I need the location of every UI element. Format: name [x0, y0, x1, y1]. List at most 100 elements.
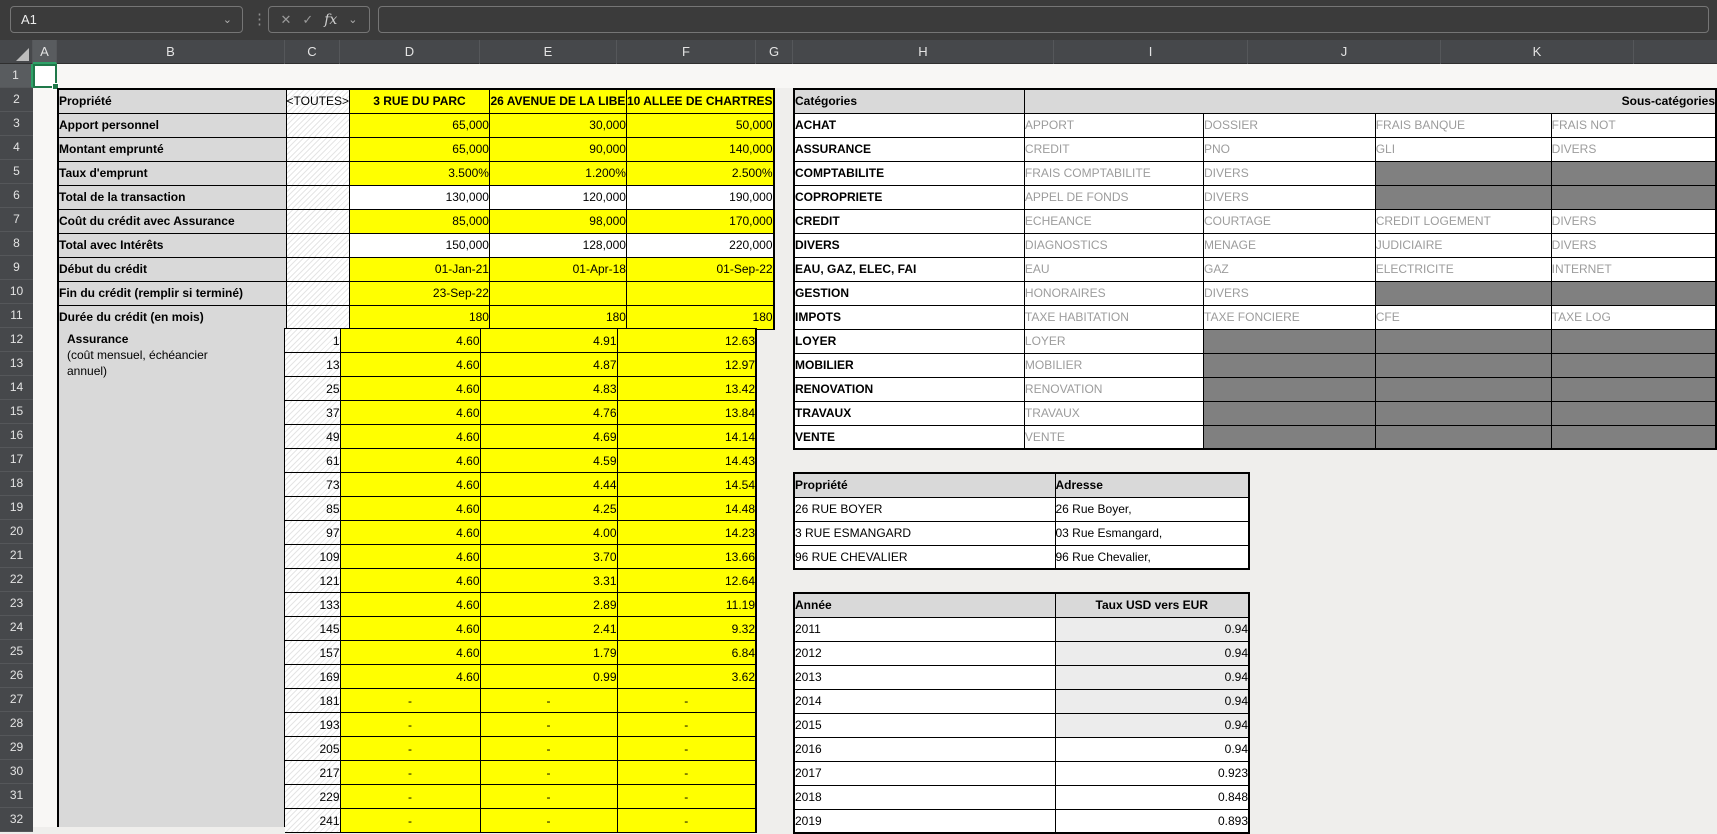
cancel-icon[interactable]: ✕ — [280, 12, 291, 28]
month-index-cell[interactable]: 169 — [285, 665, 340, 689]
subcategory-cell[interactable]: PNO — [1204, 137, 1376, 161]
assurance-value-cell[interactable]: 4.91 — [480, 329, 617, 353]
assurance-value-cell[interactable]: 14.48 — [617, 497, 756, 521]
hatched-cell[interactable] — [286, 113, 349, 137]
row-label[interactable]: Coût du crédit avec Assurance — [58, 209, 286, 233]
assurance-value-cell[interactable]: 4.60 — [340, 425, 480, 449]
assurance-value-cell[interactable]: - — [617, 785, 756, 809]
row-label[interactable]: Taux d'emprunt — [58, 161, 286, 185]
subcategory-cell[interactable] — [1204, 353, 1376, 377]
filter-toutes-cell[interactable]: <TOUTES> — [286, 89, 349, 113]
assurance-value-cell[interactable]: 1.79 — [480, 641, 617, 665]
hatched-cell[interactable] — [286, 209, 349, 233]
row-header[interactable]: 8 — [0, 232, 33, 256]
assurance-value-cell[interactable]: 2.41 — [480, 617, 617, 641]
row-header[interactable]: 2 — [0, 88, 33, 112]
subcategory-cell[interactable]: CFE — [1375, 305, 1551, 329]
year-cell[interactable]: 2015 — [794, 713, 1055, 737]
assurance-value-cell[interactable]: 12.64 — [617, 569, 756, 593]
rates-header-year[interactable]: Année — [794, 593, 1055, 617]
subcategories-header[interactable]: Sous-catégories — [1024, 89, 1716, 113]
category-cell[interactable]: DIVERS — [794, 233, 1024, 257]
assurance-value-cell[interactable]: 14.23 — [617, 521, 756, 545]
value-cell[interactable]: 180 — [489, 305, 626, 329]
subcategory-cell[interactable] — [1204, 329, 1376, 353]
month-index-cell[interactable]: 121 — [285, 569, 340, 593]
assurance-value-cell[interactable]: 0.99 — [480, 665, 617, 689]
assurance-value-cell[interactable]: 4.60 — [340, 377, 480, 401]
hatched-cell[interactable] — [286, 281, 349, 305]
subcategory-cell[interactable]: APPEL DE FONDS — [1024, 185, 1203, 209]
addresses-header-property[interactable]: Propriété — [794, 473, 1055, 497]
assurance-value-cell[interactable]: 4.60 — [340, 473, 480, 497]
subcategory-cell[interactable] — [1551, 185, 1716, 209]
row-header[interactable]: 23 — [0, 592, 33, 616]
month-index-cell[interactable]: 49 — [285, 425, 340, 449]
assurance-value-cell[interactable]: 14.43 — [617, 449, 756, 473]
subcategory-cell[interactable]: ECHEANCE — [1024, 209, 1203, 233]
value-cell[interactable]: 1.200% — [489, 161, 626, 185]
assurance-value-cell[interactable]: - — [480, 737, 617, 761]
category-cell[interactable]: MOBILIER — [794, 353, 1024, 377]
rate-cell[interactable]: 0.94 — [1055, 689, 1249, 713]
value-cell[interactable] — [626, 281, 773, 305]
subcategory-cell[interactable]: APPORT — [1024, 113, 1203, 137]
assurance-value-cell[interactable]: - — [617, 809, 756, 833]
property-header-label[interactable]: Propriété — [58, 89, 286, 113]
subcategory-cell[interactable]: FRAIS BANQUE — [1375, 113, 1551, 137]
assurance-label-cell[interactable]: Assurance (coût mensuel, échéancier annu… — [57, 328, 285, 827]
property-name-cell[interactable]: 3 RUE ESMANGARD — [794, 521, 1055, 545]
hatched-cell[interactable] — [286, 257, 349, 281]
selected-cell-a1[interactable] — [33, 64, 57, 88]
row-header[interactable]: 17 — [0, 448, 33, 472]
assurance-value-cell[interactable]: 4.60 — [340, 521, 480, 545]
month-index-cell[interactable]: 217 — [285, 761, 340, 785]
hatched-cell[interactable] — [286, 305, 349, 329]
assurance-value-cell[interactable]: - — [340, 785, 480, 809]
assurance-value-cell[interactable]: 4.44 — [480, 473, 617, 497]
subcategory-cell[interactable] — [1375, 353, 1551, 377]
category-cell[interactable]: RENOVATION — [794, 377, 1024, 401]
subcategory-cell[interactable]: INTERNET — [1551, 257, 1716, 281]
month-index-cell[interactable]: 85 — [285, 497, 340, 521]
month-index-cell[interactable]: 157 — [285, 641, 340, 665]
assurance-value-cell[interactable]: - — [617, 713, 756, 737]
month-index-cell[interactable]: 133 — [285, 593, 340, 617]
subcategory-cell[interactable] — [1551, 401, 1716, 425]
subcategory-cell[interactable] — [1204, 401, 1376, 425]
subcategory-cell[interactable]: LOYER — [1024, 329, 1203, 353]
category-cell[interactable]: CREDIT — [794, 209, 1024, 233]
assurance-value-cell[interactable]: 13.84 — [617, 401, 756, 425]
category-cell[interactable]: LOYER — [794, 329, 1024, 353]
assurance-value-cell[interactable]: 4.83 — [480, 377, 617, 401]
assurance-value-cell[interactable]: 9.32 — [617, 617, 756, 641]
subcategory-cell[interactable] — [1551, 353, 1716, 377]
row-header[interactable]: 13 — [0, 352, 33, 376]
rate-cell[interactable]: 0.94 — [1055, 737, 1249, 761]
assurance-value-cell[interactable]: - — [480, 785, 617, 809]
assurance-value-cell[interactable]: 13.42 — [617, 377, 756, 401]
row-header[interactable]: 29 — [0, 736, 33, 760]
row-header[interactable]: 16 — [0, 424, 33, 448]
value-cell[interactable]: 220,000 — [626, 233, 773, 257]
month-index-cell[interactable]: 25 — [285, 377, 340, 401]
value-cell[interactable]: 01-Sep-22 — [626, 257, 773, 281]
subcategory-cell[interactable] — [1551, 425, 1716, 449]
category-cell[interactable]: VENTE — [794, 425, 1024, 449]
subcategory-cell[interactable]: DOSSIER — [1204, 113, 1376, 137]
value-cell[interactable]: 90,000 — [489, 137, 626, 161]
assurance-value-cell[interactable]: - — [617, 761, 756, 785]
property-name-cell[interactable]: 26 AVENUE DE LA LIBE — [489, 89, 626, 113]
row-header[interactable]: 28 — [0, 712, 33, 736]
row-label[interactable]: Total de la transaction — [58, 185, 286, 209]
insert-function-icon[interactable]: fx — [324, 12, 337, 28]
row-header[interactable]: 27 — [0, 688, 33, 712]
value-cell[interactable]: 65,000 — [349, 113, 489, 137]
assurance-value-cell[interactable]: 6.84 — [617, 641, 756, 665]
column-header[interactable]: G — [756, 40, 793, 64]
rate-cell[interactable]: 0.848 — [1055, 785, 1249, 809]
year-cell[interactable]: 2019 — [794, 809, 1055, 833]
rate-cell[interactable]: 0.94 — [1055, 641, 1249, 665]
month-index-cell[interactable]: 61 — [285, 449, 340, 473]
subcategory-cell[interactable] — [1375, 401, 1551, 425]
